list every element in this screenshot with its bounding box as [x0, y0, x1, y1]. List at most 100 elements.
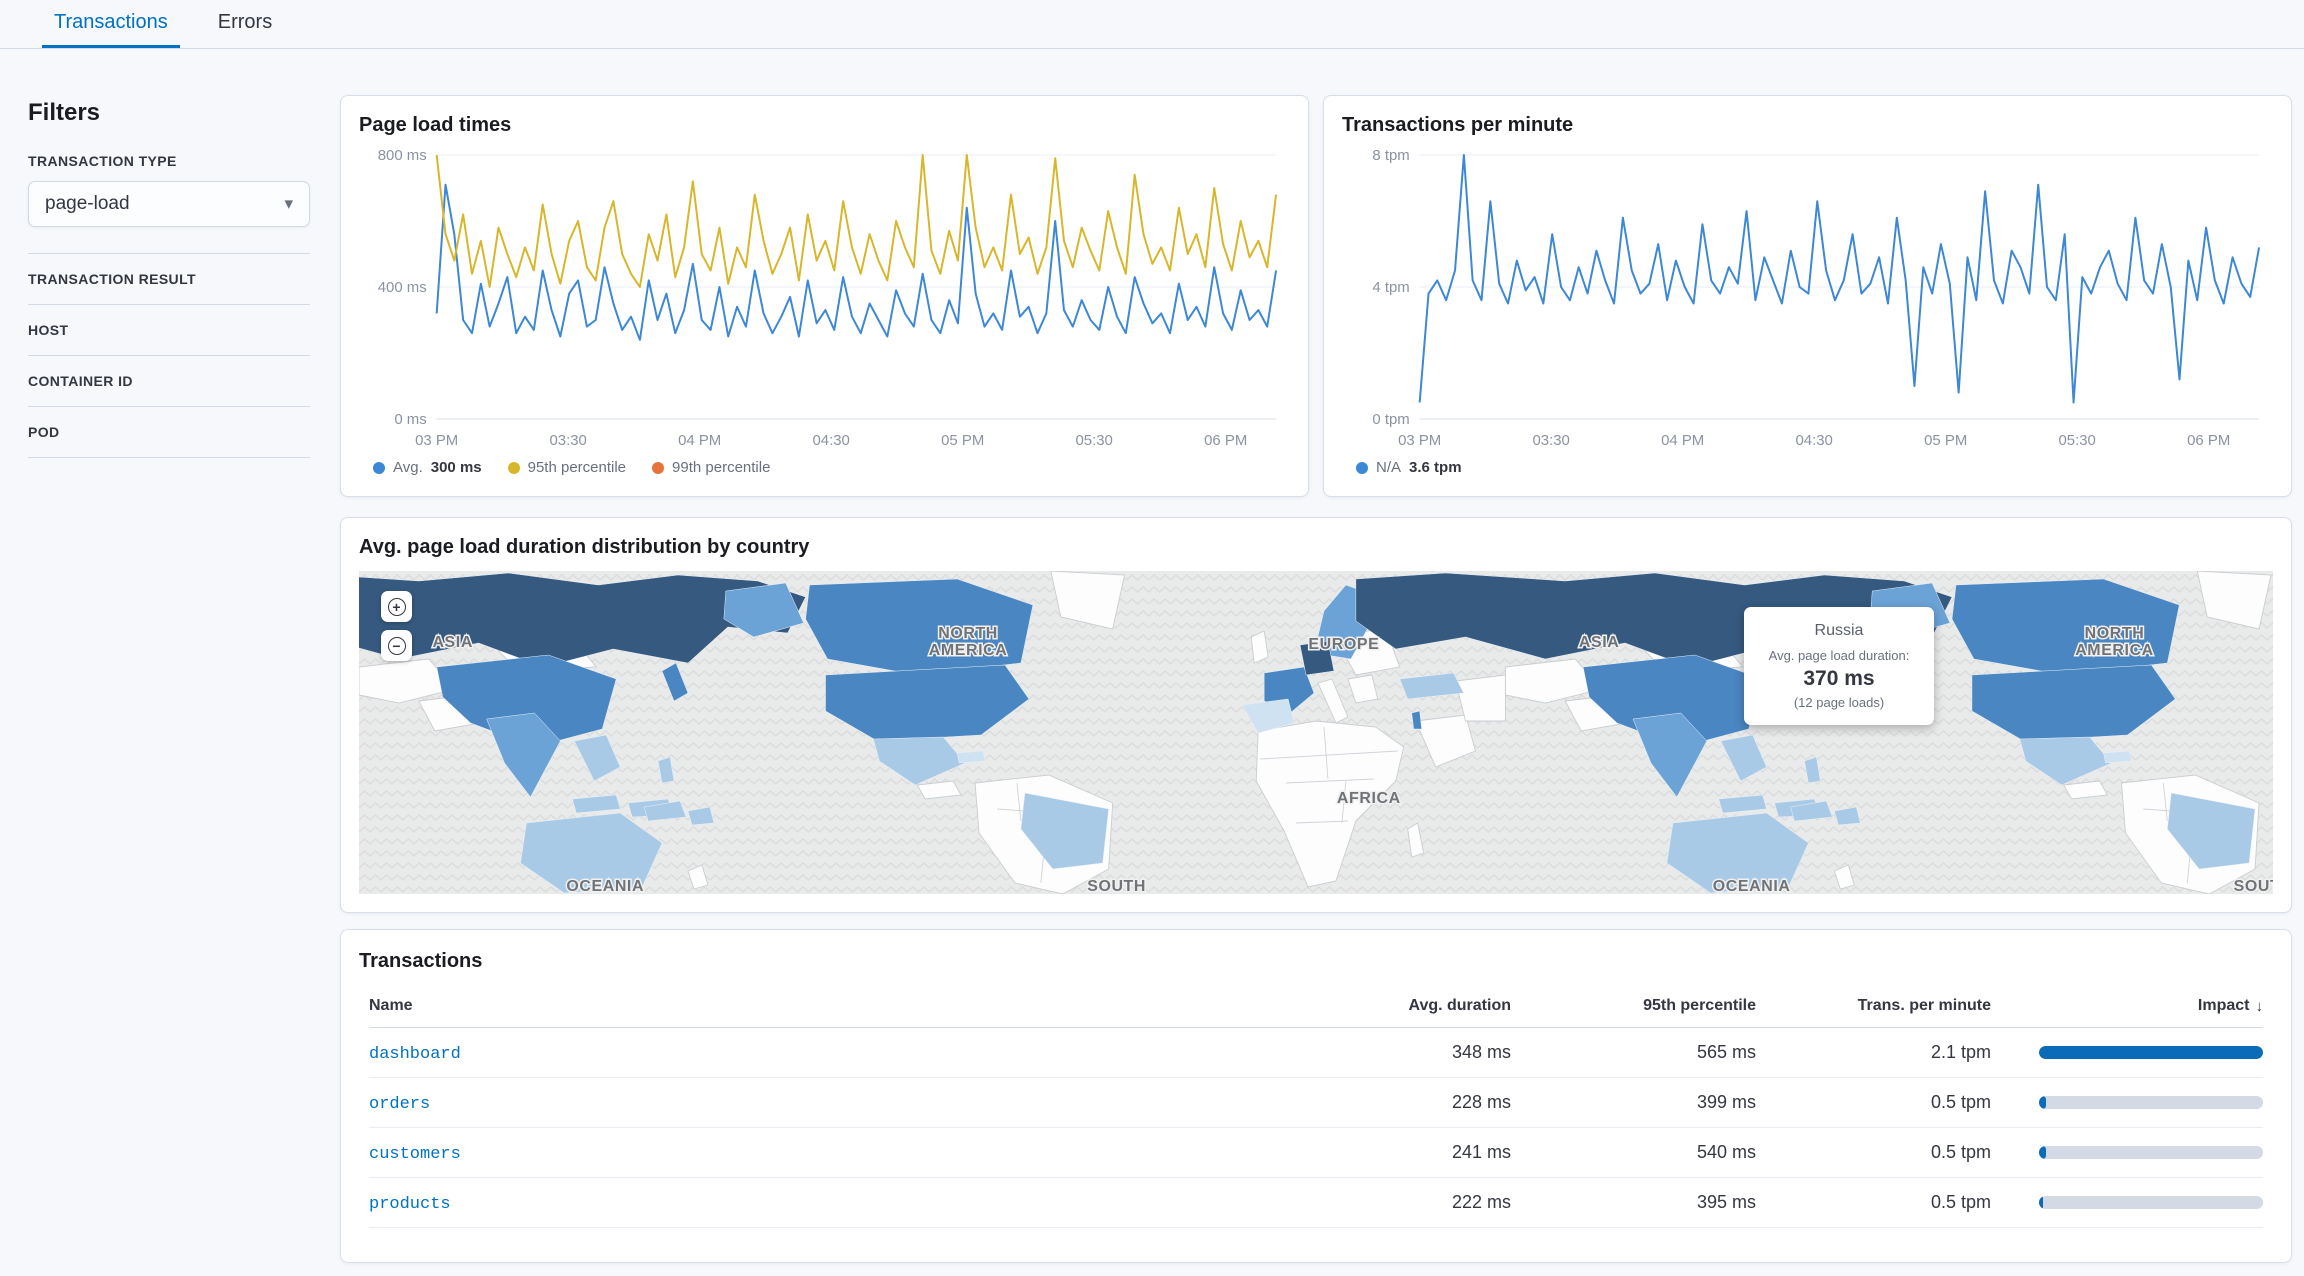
- table-row: dashboard348 ms565 ms2.1 tpm: [369, 1028, 2263, 1078]
- map-region-label: ASIA: [1579, 634, 1619, 651]
- cell-p95: 399 ms: [1511, 1092, 1756, 1113]
- page-load-times-panel: Page load times 0 ms400 ms800 ms03 PM03:…: [340, 95, 1309, 497]
- filter-section-transaction-result[interactable]: TRANSACTION RESULT: [28, 253, 310, 304]
- page-load-times-title: Page load times: [359, 114, 1290, 137]
- zoom-out-button[interactable]: −: [381, 630, 412, 661]
- legend-dot-icon: [1356, 462, 1368, 474]
- svg-text:05:30: 05:30: [2059, 432, 2096, 449]
- map-region-label: AFRICA: [1337, 790, 1401, 807]
- page-load-times-chart: 0 ms400 ms800 ms03 PM03:3004 PM04:3005 P…: [359, 143, 1290, 453]
- cell-tpm: 0.5 tpm: [1756, 1192, 1991, 1213]
- legend-dot-icon: [373, 462, 385, 474]
- tooltip-value: 370 ms: [1754, 667, 1924, 691]
- zoom-in-button[interactable]: +: [381, 591, 412, 622]
- impact-bar-fill: [2039, 1146, 2046, 1159]
- tooltip-metric-label: Avg. page load duration:: [1754, 648, 1924, 663]
- legend-item-95th-percentile[interactable]: 95th percentile: [508, 459, 626, 476]
- transaction-link-products[interactable]: products: [369, 1195, 451, 1214]
- svg-text:04 PM: 04 PM: [678, 432, 721, 449]
- map-tooltip: Russia Avg. page load duration: 370 ms (…: [1744, 607, 1934, 725]
- impact-bar-fill: [2039, 1196, 2043, 1209]
- svg-text:06 PM: 06 PM: [2187, 432, 2230, 449]
- svg-text:03:30: 03:30: [550, 432, 587, 449]
- cell-impact: [1991, 1146, 2263, 1159]
- page-load-times-legend: Avg. 300 ms 95th percentile 99th percentile: [359, 453, 1290, 478]
- transactions-per-minute-chart: 0 tpm4 tpm8 tpm03 PM03:3004 PM04:3005 PM…: [1342, 143, 2273, 453]
- cell-avg-duration: 241 ms: [1261, 1142, 1511, 1163]
- filter-section-pod[interactable]: POD: [28, 406, 310, 458]
- impact-header-label: Impact: [2198, 997, 2250, 1015]
- svg-text:0 tpm: 0 tpm: [1372, 411, 1409, 428]
- cell-impact: [1991, 1096, 2263, 1109]
- map-region-label: NORTHAMERICA: [929, 625, 1008, 659]
- map-region-label: OCEANIA: [1713, 878, 1791, 894]
- svg-text:05:30: 05:30: [1076, 432, 1113, 449]
- legend-label: Avg.: [393, 459, 423, 476]
- legend-item-n-a[interactable]: N/A 3.6 tpm: [1356, 459, 1462, 476]
- map-region-label: SOUTHAMERICA: [1077, 878, 1156, 894]
- cell-p95: 540 ms: [1511, 1142, 1756, 1163]
- map-zoom-controls: + −: [381, 591, 412, 661]
- cell-avg-duration: 348 ms: [1261, 1042, 1511, 1063]
- transactions-table-panel: Transactions Name Avg. duration 95th per…: [340, 929, 2292, 1263]
- legend-dot-icon: [508, 462, 520, 474]
- transaction-type-value: page-load: [45, 193, 130, 215]
- map-title: Avg. page load duration distribution by …: [359, 536, 2273, 559]
- series-line-95th-percentile: [437, 155, 1276, 287]
- transaction-type-select[interactable]: page-load ▾: [28, 181, 310, 227]
- plus-icon: +: [388, 598, 406, 616]
- transaction-link-orders[interactable]: orders: [369, 1095, 430, 1114]
- legend-item-99th-percentile[interactable]: 99th percentile: [652, 459, 770, 476]
- map-region-label: EUROPE: [1308, 636, 1379, 653]
- column-header-avg-duration[interactable]: Avg. duration: [1261, 997, 1511, 1015]
- impact-bar-track: [2039, 1146, 2263, 1159]
- cell-tpm: 0.5 tpm: [1756, 1092, 1991, 1113]
- legend-value: 3.6 tpm: [1409, 459, 1462, 476]
- impact-bar-fill: [2039, 1046, 2263, 1059]
- impact-bar-track: [2039, 1096, 2263, 1109]
- tab-transactions[interactable]: Transactions: [42, 0, 180, 48]
- legend-item-avg-[interactable]: Avg. 300 ms: [373, 459, 482, 476]
- tooltip-country: Russia: [1754, 622, 1924, 640]
- table-row: orders228 ms399 ms0.5 tpm: [369, 1078, 2263, 1128]
- chevron-down-icon: ▾: [284, 194, 293, 214]
- svg-text:4 tpm: 4 tpm: [1372, 279, 1409, 296]
- cell-p95: 565 ms: [1511, 1042, 1756, 1063]
- filter-section-container-id[interactable]: CONTAINER ID: [28, 355, 310, 406]
- map-region-label: NORTHAMERICA: [2075, 625, 2154, 659]
- table-row: products222 ms395 ms0.5 tpm: [369, 1178, 2263, 1228]
- transaction-link-dashboard[interactable]: dashboard: [369, 1045, 461, 1064]
- legend-value: 300 ms: [431, 459, 482, 476]
- transaction-type-label: TRANSACTION TYPE: [28, 153, 310, 169]
- svg-text:04:30: 04:30: [813, 432, 850, 449]
- column-header-trans-per-minute[interactable]: Trans. per minute: [1756, 997, 1991, 1015]
- legend-dot-icon: [652, 462, 664, 474]
- legend-label: N/A: [1376, 459, 1401, 476]
- map-region-label: ASIA: [432, 634, 472, 651]
- filter-section-host[interactable]: HOST: [28, 304, 310, 355]
- tab-errors[interactable]: Errors: [206, 0, 284, 48]
- svg-text:0 ms: 0 ms: [394, 411, 426, 428]
- legend-label: 99th percentile: [672, 459, 770, 476]
- column-header-name[interactable]: Name: [369, 997, 1261, 1015]
- table-row: customers 241 ms540 ms0.5 tpm: [369, 1128, 2263, 1178]
- column-header-95th-percentile[interactable]: 95th percentile: [1511, 997, 1756, 1015]
- cell-tpm: 0.5 tpm: [1756, 1142, 1991, 1163]
- transaction-link-customers[interactable]: customers: [369, 1145, 461, 1164]
- cell-p95: 395 ms: [1511, 1192, 1756, 1213]
- minus-icon: −: [388, 637, 406, 655]
- filter-sections: TRANSACTION RESULTHOSTCONTAINER IDPOD: [28, 253, 310, 458]
- transactions-per-minute-legend: N/A 3.6 tpm: [1342, 453, 2273, 478]
- page-load-map-panel: Avg. page load duration distribution by …: [340, 517, 2292, 913]
- world-map[interactable]: ASIA NORTHAMERICA EUROPE AFRICA OCEANIA SOUTH…: [359, 571, 2273, 894]
- impact-bar-track: [2039, 1046, 2263, 1059]
- transactions-per-minute-title: Transactions per minute: [1342, 114, 2273, 137]
- svg-text:06 PM: 06 PM: [1204, 432, 1247, 449]
- svg-text:03 PM: 03 PM: [415, 432, 458, 449]
- svg-text:04 PM: 04 PM: [1661, 432, 1704, 449]
- table-header: Name Avg. duration 95th percentile Trans…: [369, 987, 2263, 1028]
- legend-label: 95th percentile: [528, 459, 626, 476]
- column-header-impact[interactable]: Impact ↓: [1991, 997, 2263, 1015]
- map-container: ASIA NORTHAMERICA EUROPE AFRICA OCEANIA SOUTH…: [359, 571, 2273, 894]
- svg-text:03:30: 03:30: [1533, 432, 1570, 449]
